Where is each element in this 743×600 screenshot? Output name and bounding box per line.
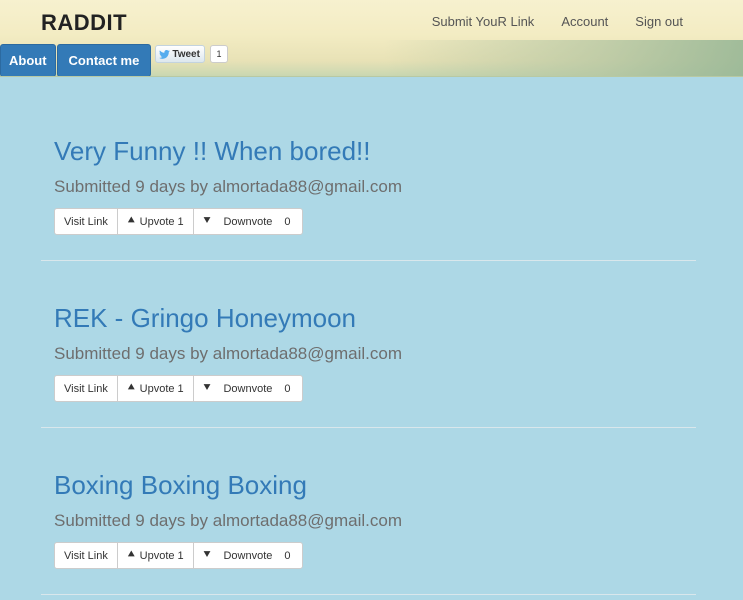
- post-title-link[interactable]: Very Funny !! When bored!!: [54, 136, 371, 167]
- upvote-label: Upvote 1: [139, 382, 184, 395]
- downvote-count: 0: [284, 382, 291, 395]
- post-item: REK - Gringo Honeymoon Submitted 9 days …: [41, 261, 696, 428]
- upvote-label: Upvote 1: [139, 549, 184, 562]
- contact-button[interactable]: Contact me: [56, 44, 152, 76]
- nav-left: About Contact me Tweet 1: [0, 44, 228, 76]
- upvote-label: Upvote 1: [139, 215, 184, 228]
- downvote-label: Downvote: [223, 382, 273, 395]
- chevron-down-icon: ⯆: [202, 215, 212, 227]
- upvote-button[interactable]: ⯅ Upvote 1: [118, 209, 194, 234]
- downvote-count: 0: [284, 549, 291, 562]
- downvote-label: Downvote: [223, 215, 273, 228]
- tweet-button[interactable]: Tweet: [155, 45, 205, 63]
- chevron-up-icon: ⯅: [126, 549, 136, 561]
- downvote-button[interactable]: ⯆ Downvote 0: [194, 209, 302, 234]
- post-item: Very Funny !! When bored!! Submitted 9 d…: [41, 77, 696, 261]
- post-meta: Submitted 9 days by almortada88@gmail.co…: [54, 344, 402, 363]
- brand-logo[interactable]: RADDIT: [41, 10, 127, 36]
- visit-link-button[interactable]: Visit Link: [55, 209, 118, 234]
- post-meta: Submitted 9 days by almortada88@gmail.co…: [54, 177, 402, 196]
- post-item: Boxing Boxing Boxing Submitted 9 days by…: [41, 428, 696, 595]
- tweet-count: 1: [209, 45, 228, 63]
- nav-submit-link[interactable]: Submit YouR Link: [432, 14, 550, 29]
- post-title-link[interactable]: REK - Gringo Honeymoon: [54, 303, 356, 334]
- upvote-button[interactable]: ⯅ Upvote 1: [118, 543, 194, 568]
- chevron-up-icon: ⯅: [126, 382, 136, 394]
- downvote-count: 0: [284, 215, 291, 228]
- tweet-widget: Tweet 1: [155, 45, 228, 63]
- post-title-link[interactable]: Boxing Boxing Boxing: [54, 470, 307, 501]
- tweet-label: Tweet: [172, 48, 200, 60]
- post-actions: Visit Link ⯅ Upvote 1 ⯆ Downvote 0: [54, 375, 303, 402]
- top-navbar: RADDIT Submit YouR Link Account Sign out…: [0, 0, 743, 77]
- visit-link-button[interactable]: Visit Link: [55, 376, 118, 401]
- chevron-up-icon: ⯅: [126, 215, 136, 227]
- post-actions: Visit Link ⯅ Upvote 1 ⯆ Downvote 0: [54, 208, 303, 235]
- chevron-down-icon: ⯆: [202, 382, 212, 394]
- nav-account-link[interactable]: Account: [561, 14, 623, 29]
- about-button[interactable]: About: [0, 44, 56, 76]
- nav-signout-link[interactable]: Sign out: [635, 14, 743, 29]
- post-list: Very Funny !! When bored!! Submitted 9 d…: [0, 77, 743, 595]
- twitter-bird-icon: [159, 49, 171, 59]
- downvote-button[interactable]: ⯆ Downvote 0: [194, 376, 302, 401]
- downvote-button[interactable]: ⯆ Downvote 0: [194, 543, 302, 568]
- nav-right: Submit YouR Link Account Sign out: [420, 14, 743, 29]
- visit-link-button[interactable]: Visit Link: [55, 543, 118, 568]
- downvote-label: Downvote: [223, 549, 273, 562]
- post-meta: Submitted 9 days by almortada88@gmail.co…: [54, 511, 402, 530]
- chevron-down-icon: ⯆: [202, 549, 212, 561]
- post-actions: Visit Link ⯅ Upvote 1 ⯆ Downvote 0: [54, 542, 303, 569]
- upvote-button[interactable]: ⯅ Upvote 1: [118, 376, 194, 401]
